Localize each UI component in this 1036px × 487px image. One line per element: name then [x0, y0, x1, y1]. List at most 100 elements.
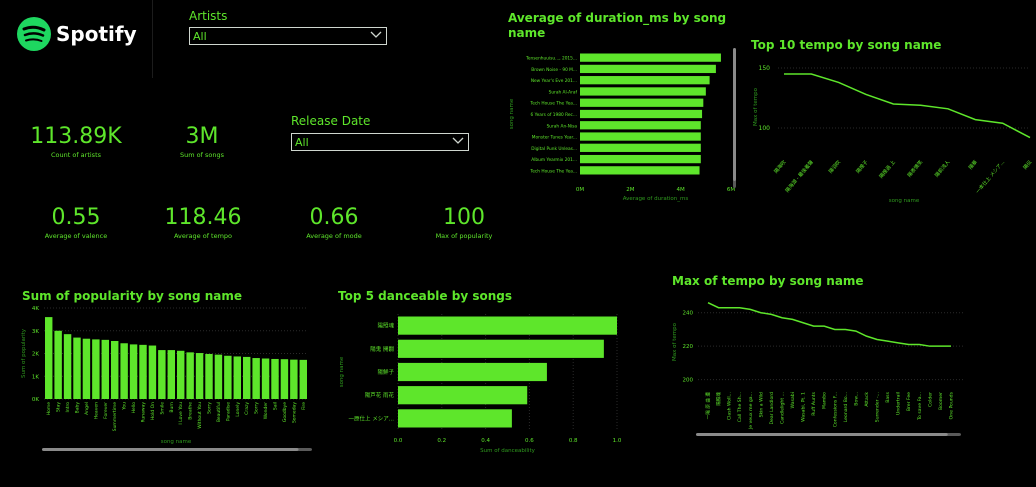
scrollbar-thumb	[733, 48, 736, 181]
kpi-label: Average of valence	[44, 232, 108, 240]
bar	[580, 76, 710, 85]
artists-dropdown[interactable]: All	[189, 27, 387, 45]
y-tick-label: 陽照魂	[377, 322, 394, 330]
kpi-value: 0.55	[51, 205, 101, 230]
x-tick-label: Without You	[197, 402, 203, 429]
bar	[54, 330, 62, 399]
y-tick-label: New Year's Eve 201...	[531, 78, 577, 84]
popularity-chart-title: Sum of popularity by song name	[22, 289, 243, 303]
bar	[261, 358, 270, 399]
x-tick-label: 陽煌過 上	[878, 159, 897, 180]
bar	[580, 121, 701, 130]
bar	[580, 64, 716, 74]
bar	[177, 350, 185, 399]
x-tick-label: 陽前浅人	[933, 159, 951, 179]
x-tick-label: Sorry	[207, 402, 213, 414]
y-tick-label: 100	[759, 125, 771, 132]
bar	[580, 109, 703, 119]
y-tick-label: 240	[683, 311, 694, 317]
x-tick-label: 一本仕上 メシア...	[974, 158, 1006, 194]
x-tick-label: Runaway	[141, 402, 147, 423]
y-tick-label: 220	[683, 344, 694, 350]
bar	[243, 356, 251, 399]
x-tick-label: Baby	[75, 402, 81, 414]
x-tick-label: 0.0	[394, 438, 403, 444]
bar	[195, 353, 204, 399]
x-tick-label: 陽海湖 - 最後羞聲	[784, 159, 815, 194]
x-tick-label: Angel	[84, 402, 90, 415]
y-tick-label: 1K	[32, 374, 39, 380]
x-tick-label: Attack	[864, 392, 870, 407]
x-tick-label: Home	[46, 402, 52, 416]
x-tick-label: 陽照魂	[715, 392, 722, 406]
y-tick-label: Tech House The Yea...	[529, 101, 577, 107]
bar	[120, 343, 128, 399]
x-tick-label: Hello	[131, 402, 137, 414]
x-tick-label: Sorry	[254, 402, 260, 414]
kpi-label: Average of mode	[306, 232, 362, 240]
x-tick-label: You	[122, 402, 128, 411]
x-tick-label: Lonely	[235, 402, 241, 417]
y-tick-label: 一原仕上 メシア...	[349, 414, 395, 422]
bar	[580, 166, 700, 175]
x-tick-label: 陽羽吹	[827, 159, 842, 175]
x-tick-label: 1.0	[613, 438, 622, 444]
x-tick-label: Wasabi, Pt. 1	[801, 392, 807, 422]
x-tick-label: Sail	[273, 402, 279, 410]
release-date-dropdown-value: All	[295, 136, 309, 149]
bar	[82, 338, 91, 399]
x-tick-label: 2M	[626, 187, 634, 193]
kpi-card: 113.89K Count of artists	[26, 124, 126, 159]
x-tick-label: Call The Sh...	[737, 392, 743, 422]
tempo-top10-chart: 100 150 陽海吹陽海湖 - 最後羞聲 陽羽吹 陽煌子 陽煌過 上陽表情笑 陽前浅人 陽華…	[753, 65, 1034, 204]
x-tick-label: 陽表情笑	[906, 159, 924, 179]
kpi-card: 0.66 Average of mode	[284, 205, 384, 240]
y-tick-label: Digital Punk Unleas...	[531, 146, 577, 152]
y-axis-label: Max of tempo	[672, 322, 678, 361]
release-date-filter-label: Release Date	[291, 114, 371, 128]
bar	[290, 359, 298, 399]
x-tick-label: Burn	[169, 402, 175, 413]
artists-filter-label: Artists	[189, 9, 228, 23]
bar	[580, 98, 704, 107]
y-tick-label: Surah Al-Araf	[549, 89, 578, 95]
x-tick-label: Stay	[56, 402, 62, 412]
chevron-down-icon	[370, 31, 382, 38]
release-date-dropdown[interactable]: All	[291, 133, 469, 151]
kpi-card: 100 Max of popularity	[414, 205, 514, 240]
kpi-card: 118.46 Average of tempo	[153, 205, 253, 240]
x-tick-label: Mambo	[822, 392, 828, 409]
spotify-logo: Spotify	[16, 16, 137, 54]
bar	[580, 154, 701, 164]
x-tick-label: Breathe	[188, 402, 194, 420]
bar	[233, 356, 241, 399]
y-tick-label: Brown Noise - 90 M...	[531, 67, 577, 73]
kpi-value: 118.46	[164, 205, 242, 230]
scrollbar-thumb	[696, 433, 948, 436]
kpi-label: Sum of songs	[180, 151, 224, 159]
duration-chart-title: Average of duration_ms by song name	[508, 11, 727, 40]
danceable-chart-title: Top 5 danceable by songs	[338, 289, 512, 303]
y-tick-label: 陽鬼 開闢	[370, 345, 394, 353]
x-tick-label: Surrender -...	[875, 392, 881, 422]
tempo-max-chart-title: Max of tempo by song name	[672, 274, 864, 288]
y-tick-label: 陽鮮子	[377, 368, 394, 376]
bar	[580, 143, 701, 152]
bar	[224, 355, 232, 399]
x-tick-label: 陽伝	[1022, 159, 1034, 171]
bar	[92, 339, 100, 399]
bar	[580, 132, 701, 141]
bar	[158, 350, 166, 399]
spotify-icon	[17, 17, 51, 51]
x-tick-label: Someday	[291, 402, 297, 423]
release-date-filter: Release Date All	[291, 114, 471, 151]
bar	[398, 362, 547, 382]
y-axis-label: song name	[339, 356, 345, 387]
bar	[252, 358, 260, 399]
y-axis-label: song name	[509, 98, 515, 129]
y-tick-label: 0K	[32, 397, 39, 403]
bar	[580, 87, 706, 96]
x-tick-label: Wonder	[263, 402, 269, 419]
x-tick-label: Colder	[927, 392, 933, 407]
kpi-card: 0.55 Average of valence	[26, 205, 126, 240]
